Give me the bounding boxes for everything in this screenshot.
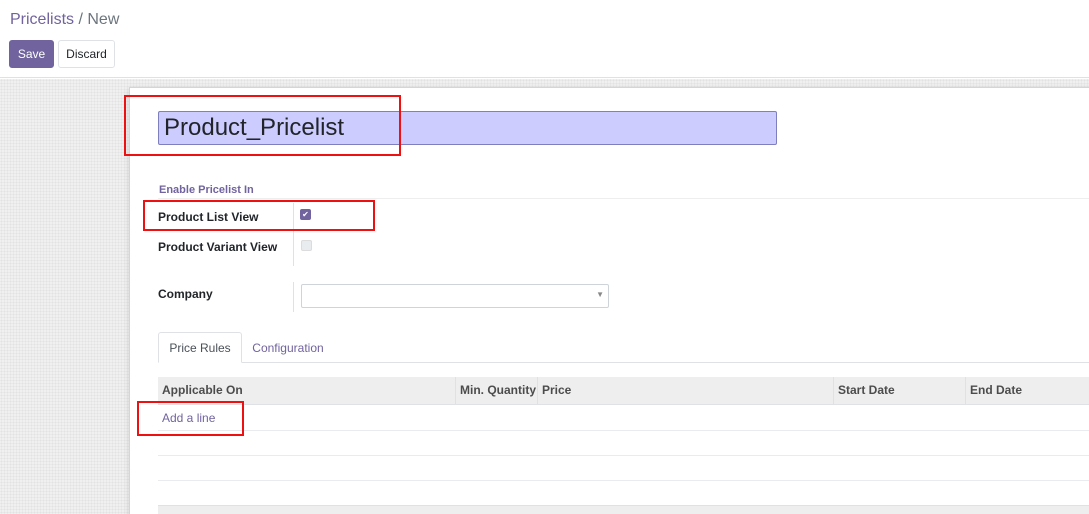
tab-configuration[interactable]: Configuration: [245, 332, 331, 363]
breadcrumb-pricelists-link[interactable]: Pricelists: [10, 11, 74, 28]
company-divider: [293, 282, 294, 312]
field-divider: [293, 203, 294, 266]
breadcrumb-separator: /: [78, 11, 83, 28]
column-header-start-date[interactable]: Start Date: [833, 377, 965, 405]
table-row: [158, 481, 1089, 506]
table-row: [158, 456, 1089, 481]
column-header-price[interactable]: Price: [537, 377, 833, 405]
save-button[interactable]: Save: [9, 40, 54, 68]
product-list-view-label: Product List View: [158, 210, 259, 224]
pricelist-name-input[interactable]: [158, 111, 777, 145]
table-row: [158, 431, 1089, 456]
discard-button[interactable]: Discard: [58, 40, 115, 68]
breadcrumb-current: New: [87, 11, 120, 28]
column-header-end-date[interactable]: End Date: [965, 377, 1089, 405]
add-a-line-link[interactable]: Add a line: [162, 411, 215, 425]
product-list-view-checkbox[interactable]: ✔: [300, 209, 311, 220]
tab-price-rules[interactable]: Price Rules: [158, 332, 242, 363]
price-rules-table-header: Applicable On Min. Quantity Price Start …: [158, 377, 1089, 405]
group-divider: [158, 198, 1089, 199]
company-select[interactable]: ▼: [301, 284, 609, 308]
product-variant-view-label: Product Variant View: [158, 240, 278, 254]
control-panel: Pricelists / New Save Discard: [0, 0, 1089, 78]
group-title-enable-pricelist-in: Enable Pricelist In: [159, 184, 254, 196]
breadcrumb: Pricelists / New: [10, 11, 119, 29]
table-footer: [158, 505, 1089, 514]
table-row-add: [158, 406, 1089, 431]
company-label: Company: [158, 287, 213, 301]
column-header-applicable-on[interactable]: Applicable On: [158, 377, 455, 405]
product-variant-view-checkbox[interactable]: [301, 240, 312, 251]
column-header-min-quantity[interactable]: Min. Quantity: [455, 377, 537, 405]
check-icon: ✔: [302, 209, 309, 219]
caret-down-icon: ▼: [596, 290, 604, 299]
tabs-divider: [158, 362, 1089, 363]
